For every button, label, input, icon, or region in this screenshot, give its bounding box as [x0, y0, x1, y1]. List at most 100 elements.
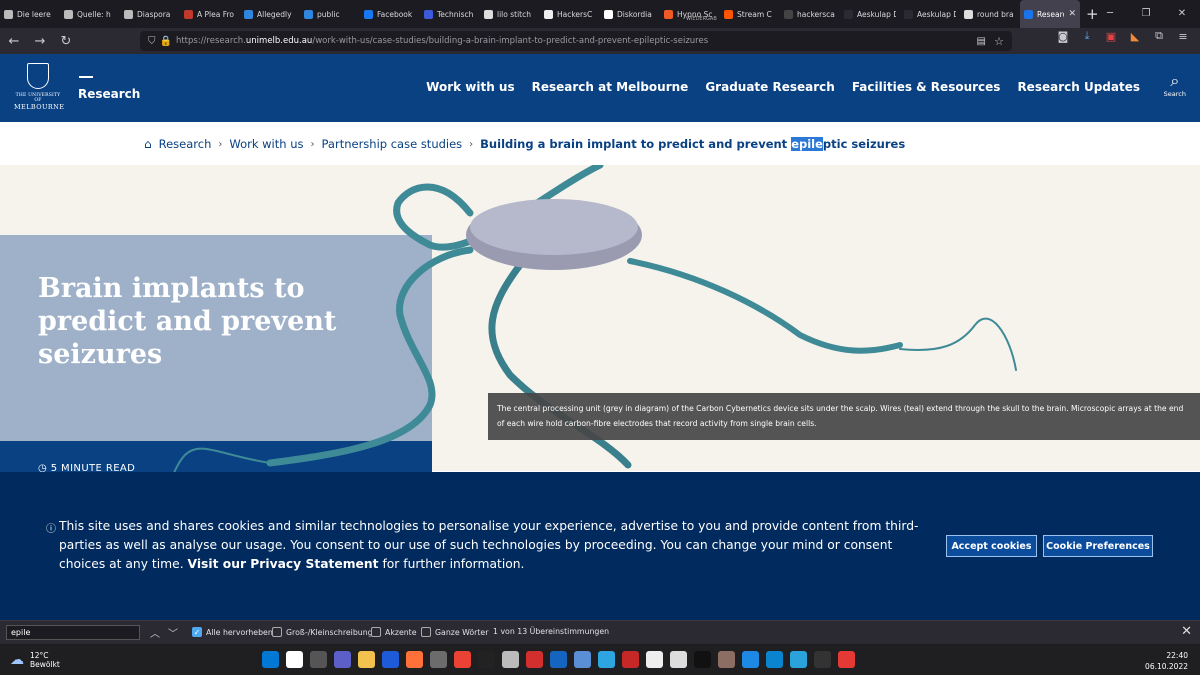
taskbar-app-icon[interactable] — [382, 651, 399, 668]
browser-tab[interactable]: Aeskulap DIC — [840, 0, 900, 28]
whole-words-option[interactable]: Ganze Wörter — [421, 627, 488, 637]
browser-tab[interactable]: Allegedly — [240, 0, 300, 28]
shield-icon[interactable]: ⛉ — [148, 36, 156, 47]
taskbar-app-icon[interactable] — [478, 651, 495, 668]
taskbar-app-icon[interactable] — [838, 651, 855, 668]
menu-icon[interactable]: ≡ — [1174, 30, 1192, 43]
nav-research-updates[interactable]: Research Updates — [1017, 80, 1140, 94]
browser-tab[interactable]: hackersca — [780, 0, 840, 28]
browser-tab[interactable]: Facebook — [360, 0, 420, 28]
close-tab-icon[interactable]: ✕ — [1068, 9, 1076, 19]
extension-arrow-icon[interactable]: ◣ — [1126, 30, 1144, 43]
bookmark-star-icon[interactable]: ☆ — [994, 35, 1004, 48]
download-icon[interactable]: ⤓ — [1078, 29, 1096, 43]
nav-research-at-melbourne[interactable]: Research at Melbourne — [532, 80, 689, 94]
browser-tab[interactable]: lilo stitch — [480, 0, 540, 28]
browser-tab[interactable]: A Plea Fro — [180, 0, 240, 28]
nav-graduate-research[interactable]: Graduate Research — [705, 80, 834, 94]
browser-tab[interactable]: Diaspora — [120, 0, 180, 28]
taskbar-app-icon[interactable] — [814, 651, 831, 668]
pocket-icon[interactable]: ◙ — [1054, 30, 1072, 43]
diacritics-option[interactable]: Akzente — [371, 627, 417, 637]
taskbar-app-icon[interactable] — [526, 651, 543, 668]
taskbar-app-icon[interactable] — [598, 651, 615, 668]
browser-tab[interactable]: Stream C — [720, 0, 780, 28]
browser-tab[interactable]: public — [300, 0, 360, 28]
taskbar-app-icon[interactable] — [334, 651, 351, 668]
breadcrumb-item-research[interactable]: Research — [159, 137, 212, 151]
find-previous-icon[interactable]: ︿ — [150, 625, 160, 640]
home-icon[interactable]: ⌂ — [144, 137, 152, 151]
browser-tab[interactable]: Die leere — [0, 0, 60, 28]
taskbar-app-icon[interactable] — [646, 651, 663, 668]
taskbar-app-icon[interactable] — [310, 651, 327, 668]
accept-cookies-button[interactable]: Accept cookies — [946, 535, 1037, 557]
find-next-icon[interactable]: ﹀ — [168, 625, 178, 640]
restore-icon[interactable]: ❐ — [1128, 0, 1164, 28]
close-find-icon[interactable]: ✕ — [1181, 624, 1192, 639]
browser-tab[interactable]: Quelle: h — [60, 0, 120, 28]
reload-icon[interactable]: ↻ — [54, 34, 78, 49]
checkbox-icon[interactable] — [421, 627, 431, 637]
lock-icon[interactable]: 🔒 — [160, 36, 172, 47]
breadcrumb-current-after: ptic seizures — [822, 137, 906, 151]
minimize-icon[interactable]: ─ — [1092, 0, 1128, 28]
taskbar-app-icon[interactable] — [286, 651, 303, 668]
checkbox-icon[interactable] — [272, 627, 282, 637]
forward-icon[interactable]: → — [28, 34, 52, 49]
cloud-icon: ☁ — [10, 652, 24, 668]
taskbar-app-icon[interactable] — [262, 651, 279, 668]
checkbox-checked-icon[interactable]: ✓ — [192, 627, 202, 637]
browser-tab[interactable]: Researc ✕ — [1020, 0, 1080, 28]
extension-icon[interactable]: ▣ — [1102, 30, 1120, 43]
taskbar-app-icon[interactable] — [718, 651, 735, 668]
browser-tab[interactable]: round bra — [960, 0, 1020, 28]
taskbar-app-icon[interactable] — [622, 651, 639, 668]
taskbar-app-icon[interactable] — [694, 651, 711, 668]
taskbar-app-icon[interactable] — [454, 651, 471, 668]
browser-tab[interactable]: Hypno Sc WIEDERGAB — [660, 0, 720, 28]
browser-tab[interactable]: Diskordia — [600, 0, 660, 28]
search-button[interactable]: ⌕ Search — [1164, 72, 1186, 99]
taskbar-app-icon[interactable] — [550, 651, 567, 668]
highlight-all-option[interactable]: ✓ Alle hervorheben — [192, 627, 273, 637]
university-logo[interactable]: THE UNIVERSITY OF MELBOURNE — [14, 63, 64, 115]
taskbar-app-icon[interactable] — [574, 651, 591, 668]
weather-widget[interactable]: ☁ 12°C Bewölkt — [10, 651, 60, 669]
breadcrumb-item-case-studies[interactable]: Partnership case studies — [322, 137, 463, 151]
match-case-option[interactable]: Groß-/Kleinschreibung — [272, 627, 373, 637]
taskbar-app-icon[interactable] — [790, 651, 807, 668]
find-input[interactable]: epile — [6, 625, 140, 640]
cookie-message: This site uses and shares cookies and si… — [59, 517, 939, 574]
browser-tab[interactable]: Technisch — [420, 0, 480, 28]
url-prefix: https://research. — [175, 36, 246, 46]
system-clock[interactable]: 22:40 06.10.2022 — [1145, 650, 1188, 672]
taskbar-app-icon[interactable] — [502, 651, 519, 668]
os-taskbar: ☁ 12°C Bewölkt 22:40 06.10.2022 — [0, 645, 1200, 675]
taskbar-app-icon[interactable] — [670, 651, 687, 668]
tab-favicon-icon — [364, 9, 373, 19]
cookie-preferences-button[interactable]: Cookie Preferences — [1043, 535, 1153, 557]
taskbar-app-icon[interactable] — [358, 651, 375, 668]
nav-facilities-resources[interactable]: Facilities & Resources — [852, 80, 1001, 94]
breadcrumb-item-work-with-us[interactable]: Work with us — [229, 137, 303, 151]
site-brand[interactable]: Research — [78, 87, 140, 101]
checkbox-icon[interactable] — [371, 627, 381, 637]
close-window-icon[interactable]: ✕ — [1164, 0, 1200, 28]
cookie-banner: ⓘ This site uses and shares cookies and … — [0, 472, 1200, 620]
reader-view-icon[interactable]: ▤ — [977, 36, 986, 47]
taskbar-app-icon[interactable] — [430, 651, 447, 668]
address-bar[interactable]: ⛉ 🔒 https://research. unimelb.edu.au/work… — [140, 31, 1012, 51]
privacy-statement-link[interactable]: Visit our Privacy Statement — [188, 557, 379, 571]
taskbar-app-icon[interactable] — [406, 651, 423, 668]
tab-label: Facebook — [377, 9, 413, 19]
image-caption: The central processing unit (grey in dia… — [488, 393, 1200, 440]
tab-label: Allegedly — [257, 9, 292, 19]
browser-tab[interactable]: HackersC — [540, 0, 600, 28]
nav-work-with-us[interactable]: Work with us — [426, 80, 514, 94]
back-icon[interactable]: ← — [2, 34, 26, 49]
browser-tab[interactable]: Aeskulap DIC — [900, 0, 960, 28]
extensions-icon[interactable]: ⧉ — [1150, 29, 1168, 43]
taskbar-app-icon[interactable] — [742, 651, 759, 668]
taskbar-app-icon[interactable] — [766, 651, 783, 668]
